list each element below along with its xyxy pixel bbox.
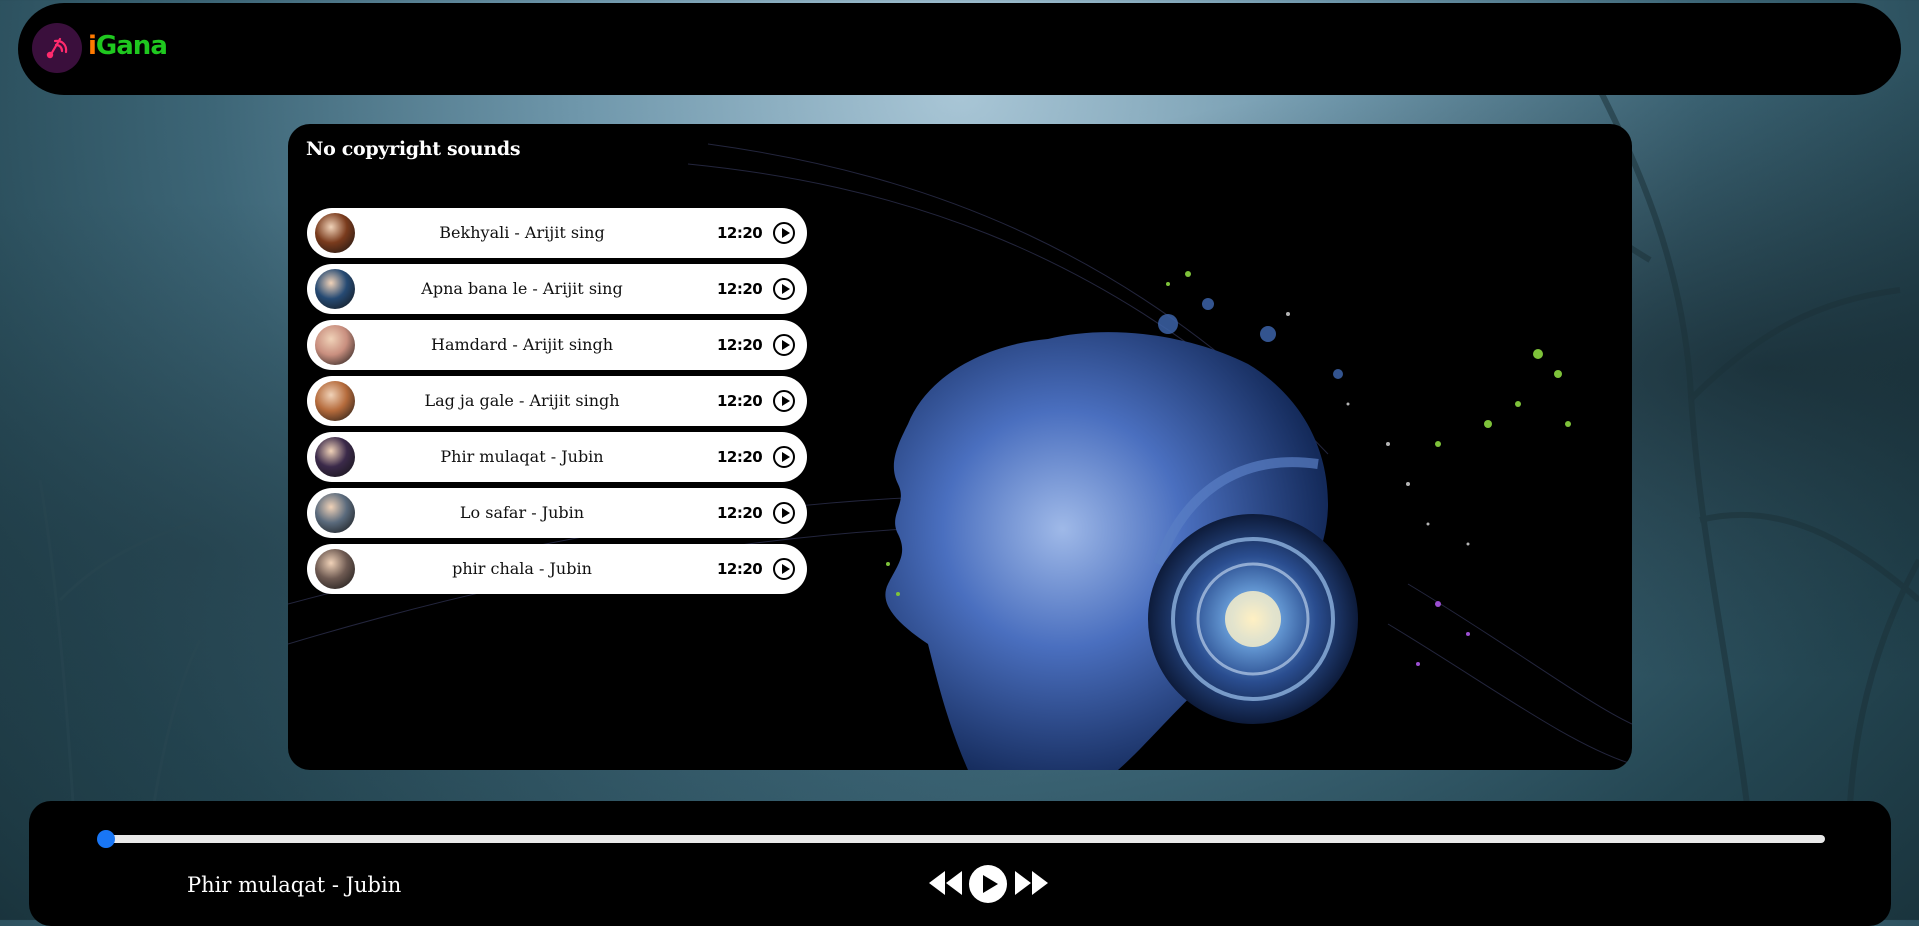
song-duration: 12:20 [717, 280, 763, 298]
song-name: Lag ja gale - Arijit singh [424, 391, 620, 410]
song-item[interactable]: phir chala - Jubin 12:20 [307, 544, 807, 594]
song-duration: 12:20 [717, 560, 763, 578]
song-name: Bekhyali - Arijit sing [439, 223, 605, 242]
app-brand[interactable]: iGana [88, 31, 168, 61]
song-item[interactable]: Lag ja gale - Arijit singh 12:20 [307, 376, 807, 426]
app-logo[interactable] [32, 23, 82, 73]
song-cover [315, 549, 355, 589]
brand-name: Gana [95, 31, 168, 61]
play-circle-icon[interactable] [773, 446, 795, 468]
song-name: phir chala - Jubin [452, 559, 592, 578]
progress-track[interactable] [105, 835, 1825, 843]
play-circle-icon[interactable] [773, 334, 795, 356]
song-item[interactable]: Hamdard - Arijit singh 12:20 [307, 320, 807, 370]
song-item[interactable]: Lo safar - Jubin 12:20 [307, 488, 807, 538]
play-circle-icon[interactable] [773, 278, 795, 300]
rewind-icon[interactable] [929, 871, 963, 895]
song-cover [315, 437, 355, 477]
song-cover [315, 381, 355, 421]
playlist-title: No copyright sounds [306, 138, 521, 160]
playback-controls [899, 861, 1048, 911]
fast-forward-icon[interactable] [1015, 871, 1049, 895]
song-duration: 12:20 [717, 336, 763, 354]
song-name: Hamdard - Arijit singh [430, 335, 613, 354]
song-name: Lo safar - Jubin [459, 503, 585, 522]
song-duration: 12:20 [717, 504, 763, 522]
play-icon[interactable] [969, 865, 1007, 903]
brand-letter-i: i [88, 31, 97, 61]
now-playing-title: Phir mulaqat - Jubin [187, 873, 402, 897]
player-bar: Phir mulaqat - Jubin [29, 801, 1891, 926]
play-circle-icon[interactable] [773, 558, 795, 580]
song-item[interactable]: Apna bana le - Arijit sing 12:20 [307, 264, 807, 314]
play-circle-icon[interactable] [773, 502, 795, 524]
song-cover [315, 213, 355, 253]
song-duration: 12:20 [717, 448, 763, 466]
song-list: Bekhyali - Arijit sing 12:20 Apna bana l… [307, 208, 807, 600]
song-item[interactable]: Bekhyali - Arijit sing 12:20 [307, 208, 807, 258]
progress-slider-handle[interactable] [97, 830, 115, 848]
song-cover [315, 493, 355, 533]
play-circle-icon[interactable] [773, 222, 795, 244]
song-name: Apna bana le - Arijit sing [421, 279, 623, 298]
music-disc-icon [46, 37, 68, 59]
song-duration: 12:20 [717, 392, 763, 410]
song-duration: 12:20 [717, 224, 763, 242]
song-cover [315, 325, 355, 365]
top-navbar: iGana [18, 3, 1901, 95]
play-circle-icon[interactable] [773, 390, 795, 412]
song-cover [315, 269, 355, 309]
main-panel: No copyright sounds Bekhyali - Arijit si… [288, 124, 1632, 770]
song-name: Phir mulaqat - Jubin [440, 447, 604, 466]
song-item[interactable]: Phir mulaqat - Jubin 12:20 [307, 432, 807, 482]
